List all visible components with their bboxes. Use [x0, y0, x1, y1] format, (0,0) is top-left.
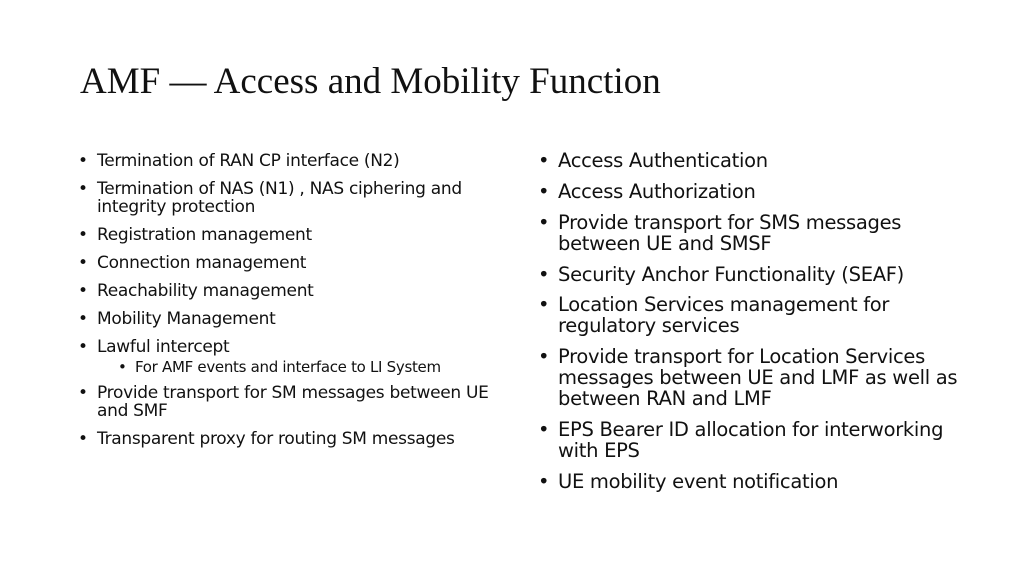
list-item: • Termination of RAN CP interface (N2)	[78, 151, 400, 171]
list-item: • Access Authorization	[538, 179, 756, 203]
bullet-icon: •	[78, 308, 88, 329]
list-item: • Access Authentication	[538, 149, 768, 172]
list-item: • UE mobility event notification	[538, 470, 839, 494]
list-item: • Provide transport for Location Services…	[538, 345, 958, 411]
bullet-icon: •	[78, 151, 88, 171]
list-item: • Reachability management	[78, 280, 314, 301]
list-item: • Connection management	[78, 252, 307, 273]
list-item: • Lawful intercept	[78, 336, 230, 357]
right-bullet-list: • Access Authentication • Access Authoriza…	[538, 150, 968, 502]
bullet-icon: •	[538, 149, 550, 172]
bullet-icon: •	[538, 210, 550, 234]
list-item: • Security Anchor Functionality (SEAF)	[538, 262, 904, 286]
bullet-icon: •	[78, 225, 88, 246]
bullet-icon: •	[538, 179, 550, 203]
list-item: • Provide transport for SMS messages betw…	[538, 210, 902, 255]
bullet-icon: •	[78, 178, 88, 199]
slide-title: AMF — Access and Mobility Function	[80, 61, 661, 102]
bullet-icon: •	[538, 293, 550, 317]
list-item: • Mobility Management	[78, 308, 276, 329]
list-item: • EPS Bearer ID allocation for interworki…	[538, 418, 944, 463]
list-item: • Location Services management for regula…	[538, 293, 890, 338]
bullet-icon: •	[118, 358, 127, 377]
bullet-icon: •	[538, 418, 550, 442]
list-item: • Provide transport for SM messages betwe…	[78, 382, 489, 421]
list-item: • Transparent proxy for routing SM messag…	[78, 428, 455, 449]
bullet-icon: •	[78, 382, 88, 403]
bullet-icon: •	[78, 428, 88, 449]
bullet-icon: •	[78, 336, 88, 357]
sub-list-item: • For AMF events and interface to LI Syst…	[118, 358, 441, 377]
bullet-icon: •	[538, 262, 550, 286]
bullet-icon: •	[538, 470, 550, 494]
bullet-icon: •	[78, 280, 88, 301]
bullet-icon: •	[538, 345, 550, 369]
list-item: • Registration management	[78, 225, 312, 246]
bullet-icon: •	[78, 252, 88, 273]
list-item: • Termination of NAS (N1) , NAS ciphering…	[78, 178, 462, 218]
left-bullet-list: • Termination of RAN CP interface (N2) • T…	[78, 150, 518, 458]
